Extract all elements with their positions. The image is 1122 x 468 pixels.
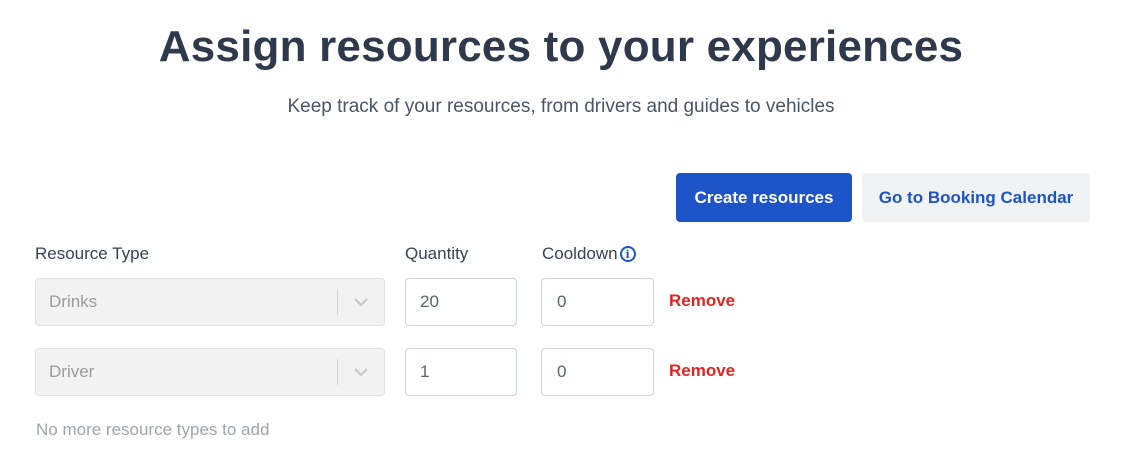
cooldown-input[interactable] xyxy=(541,348,654,396)
cooldown-column-label: Cooldown i xyxy=(542,244,636,264)
resource-type-value: Drinks xyxy=(49,292,98,311)
chevron-down-icon[interactable] xyxy=(338,278,384,326)
resource-type-column-label: Resource Type xyxy=(35,244,150,263)
resource-type-select[interactable]: Drinks xyxy=(35,278,385,326)
remove-button[interactable]: Remove xyxy=(669,361,735,381)
resource-type-value: Driver xyxy=(49,362,95,381)
cooldown-label-text: Cooldown xyxy=(542,244,618,263)
resource-type-select[interactable]: Driver xyxy=(35,348,385,396)
resource-row: Drinks Remove xyxy=(0,278,1122,326)
quantity-column-label: Quantity xyxy=(405,244,469,263)
chevron-down-icon[interactable] xyxy=(338,348,384,396)
page-title: Assign resources to your experiences xyxy=(158,22,964,71)
create-resources-button[interactable]: Create resources xyxy=(676,173,852,222)
go-to-booking-calendar-button[interactable]: Go to Booking Calendar xyxy=(862,173,1090,222)
resource-row: Driver Remove xyxy=(0,348,1122,396)
quantity-input[interactable] xyxy=(405,278,517,326)
cooldown-input[interactable] xyxy=(541,278,654,326)
remove-button[interactable]: Remove xyxy=(669,291,735,311)
page-subtitle: Keep track of your resources, from drive… xyxy=(287,96,835,117)
quantity-input[interactable] xyxy=(405,348,517,396)
no-more-types-note: No more resource types to add xyxy=(36,420,270,439)
info-icon[interactable]: i xyxy=(619,246,636,262)
